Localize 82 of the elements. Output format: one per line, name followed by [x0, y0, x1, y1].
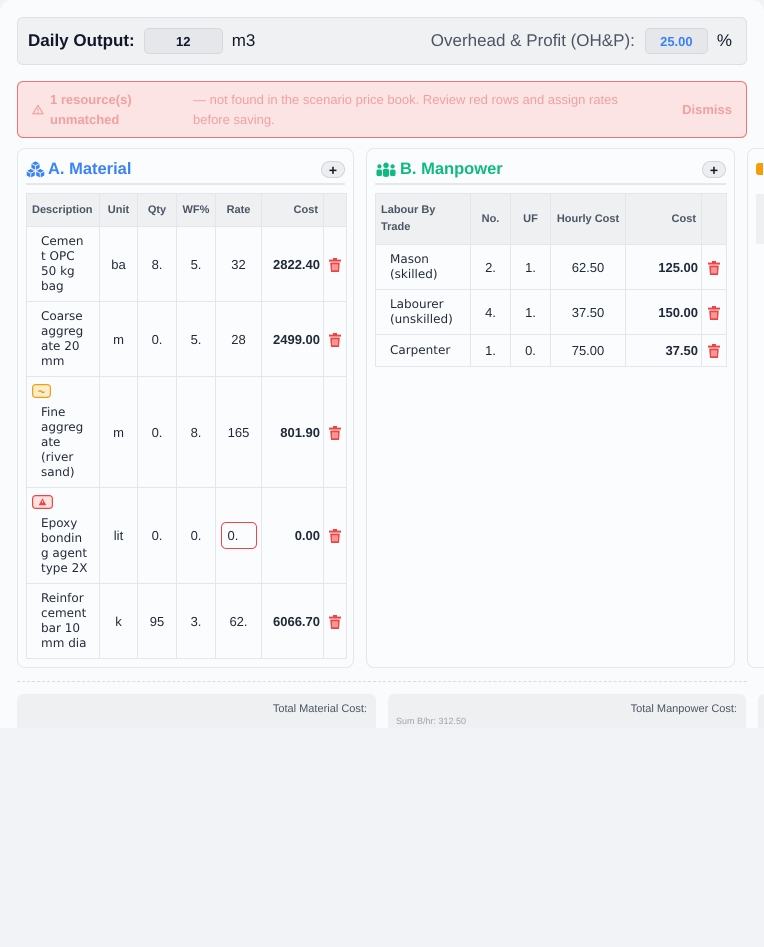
alert-title: 1 resource(s) unmatched — [50, 90, 133, 128]
table-cell: 8. — [190, 424, 202, 440]
column-header: WF% — [176, 194, 216, 226]
cost-cell: 2499.00 — [273, 332, 320, 346]
table-cell: 3. — [190, 614, 202, 628]
rate-field[interactable]: 0. — [220, 522, 256, 549]
table-cell: ba — [111, 256, 126, 272]
table-cell: 32 — [231, 256, 246, 272]
table-cell: 4. — [485, 304, 496, 320]
cost-cell: 801.90 — [280, 424, 320, 440]
material-title: A. Material — [48, 160, 132, 179]
table-cell: 0. — [152, 424, 162, 440]
table-cell: 1. — [525, 304, 536, 320]
table-cell: 5. — [190, 256, 202, 272]
description-cell-text: Fine aggregate (river sand) — [41, 405, 84, 480]
trash-icon[interactable] — [329, 426, 341, 440]
trash-icon[interactable] — [329, 332, 341, 347]
daily-output-field[interactable]: 12 — [144, 28, 223, 54]
table-cell: 5. — [190, 332, 202, 346]
table-cell: 95 — [150, 614, 164, 628]
column-header: Labour By Trade — [376, 194, 470, 244]
daily-output-label: Daily Output: — [28, 31, 135, 51]
table-cell: 0. — [525, 343, 536, 358]
sum-note: Sum B/hr: 312.50 — [396, 716, 466, 727]
trade-cell-text: Mason (skilled) — [390, 252, 439, 282]
table-cell: 75.00 — [572, 343, 604, 358]
manpower-title: B. Manpower — [400, 160, 503, 179]
alert-message: — not found in the scenario price book. Review red rows and assign rates before saving. — [193, 90, 619, 129]
table-cell: lit — [114, 528, 124, 543]
table-cell: 37.50 — [572, 304, 604, 320]
table-cell: 2. — [485, 260, 496, 274]
table-cell: 0. — [190, 528, 202, 543]
table-cell: 0. — [152, 332, 162, 346]
unit-label: m3 — [232, 31, 256, 51]
table-cell: 0. — [152, 528, 162, 543]
table-cell: 62. — [229, 614, 248, 628]
total-label: Total Manpower Cost: — [630, 703, 737, 716]
trash-icon[interactable] — [329, 258, 341, 272]
table-cell: 28 — [231, 332, 246, 346]
partial-icon — [756, 163, 763, 175]
trade-cell-text: Carpenter — [390, 343, 452, 358]
column-header: Cost — [262, 194, 324, 226]
column-header: Unit — [100, 194, 138, 226]
table-cell: k — [115, 614, 122, 628]
description-cell: Epoxy bonding agent type 2X — [41, 516, 88, 576]
trade-cell-text: Labourer (unskilled) — [390, 297, 454, 327]
trash-icon[interactable] — [329, 529, 341, 544]
cost-cell: 2822.40 — [273, 256, 320, 272]
table-cell: 62.50 — [572, 260, 604, 274]
description-cell-text: Reinforcement bar 10 mm dia — [41, 591, 88, 651]
column-header: Description — [26, 194, 100, 226]
column-header: Qty — [138, 194, 176, 226]
add-button[interactable]: + — [321, 161, 345, 178]
column-header: Cost — [626, 194, 702, 244]
table-cell: 165 — [228, 424, 250, 440]
cost-cell: 125.00 — [658, 260, 698, 274]
description-cell-text: Coarse aggregate 20 mm — [41, 309, 84, 369]
table-cell: m — [113, 424, 124, 440]
cost-cell: 6066.70 — [273, 614, 320, 628]
add-button[interactable]: + — [702, 161, 726, 178]
table-cell: 1. — [525, 260, 536, 274]
column-header: Rate — [216, 194, 262, 226]
cost-cell: 0.00 — [294, 528, 320, 543]
table-cell: 8. — [152, 256, 162, 272]
description-cell-text: Cement OPC 50 kg bag — [41, 234, 84, 294]
overhead-profit-label: Overhead & Profit (OH&P): — [430, 31, 635, 51]
trash-icon[interactable] — [708, 344, 720, 358]
trash-icon[interactable] — [708, 306, 720, 320]
percent-label: % — [716, 31, 732, 51]
table-cell: 1. — [485, 343, 496, 358]
cost-cell: 150.00 — [658, 304, 698, 320]
trash-icon[interactable] — [329, 614, 341, 629]
column-header: UF — [510, 194, 550, 244]
warning-icon — [32, 104, 44, 115]
cost-cell: 37.50 — [665, 343, 698, 358]
column-header: No. — [470, 194, 510, 244]
people-icon — [375, 162, 397, 177]
total-label: Total Material Cost: — [272, 703, 367, 716]
cubes-icon — [26, 161, 45, 178]
table-cell: m — [113, 332, 124, 346]
trash-icon[interactable] — [708, 260, 720, 275]
column-header: Hourly Cost — [550, 194, 626, 244]
